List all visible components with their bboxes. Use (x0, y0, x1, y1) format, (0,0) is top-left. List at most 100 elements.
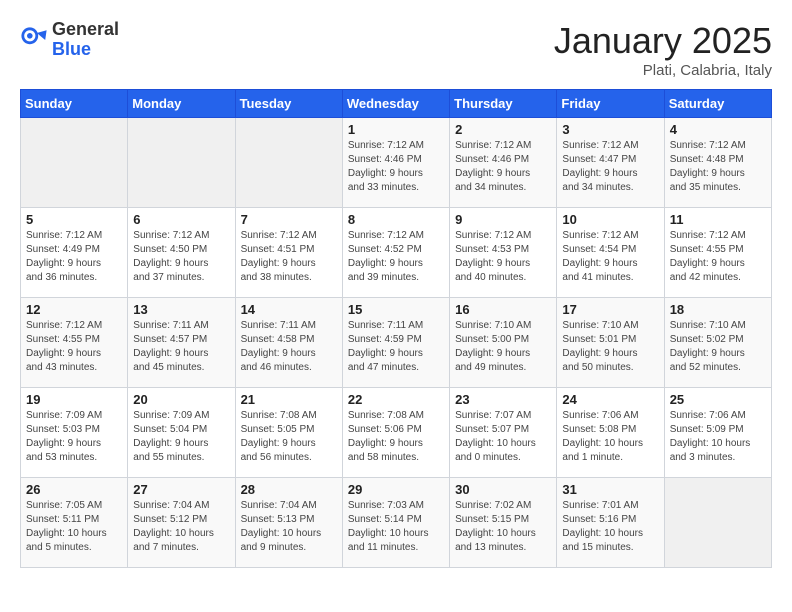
day-number: 28 (241, 482, 337, 497)
day-info: Sunrise: 7:03 AM Sunset: 5:14 PM Dayligh… (348, 499, 444, 555)
calendar-header: SundayMondayTuesdayWednesdayThursdayFrid… (21, 90, 772, 118)
calendar-cell: 18Sunrise: 7:10 AM Sunset: 5:02 PM Dayli… (664, 298, 771, 388)
day-number: 17 (562, 302, 658, 317)
calendar-cell: 16Sunrise: 7:10 AM Sunset: 5:00 PM Dayli… (450, 298, 557, 388)
day-info: Sunrise: 7:10 AM Sunset: 5:01 PM Dayligh… (562, 319, 658, 375)
day-info: Sunrise: 7:09 AM Sunset: 5:04 PM Dayligh… (133, 409, 229, 465)
day-number: 24 (562, 392, 658, 407)
calendar-cell: 1 Sunrise: 7:12 AM Sunset: 4:46 PM Daylig… (342, 118, 449, 208)
header-cell-tuesday: Tuesday (235, 90, 342, 118)
calendar-cell: 28 Sunrise: 7:04 AM Sunset: 5:13 PM Dayli… (235, 478, 342, 568)
calendar-cell: 2Sunrise: 7:12 AM Sunset: 4:46 PM Daylig… (450, 118, 557, 208)
logo-icon (20, 26, 48, 54)
calendar-cell: 11Sunrise: 7:12 AM Sunset: 4:55 PM Dayli… (664, 208, 771, 298)
day-number: 19 (26, 392, 122, 407)
calendar-cell: 4 Sunrise: 7:12 AM Sunset: 4:48 PM Daylig… (664, 118, 771, 208)
calendar-cell (235, 118, 342, 208)
day-info: Sunrise: 7:04 AM Sunset: 5:13 PM Dayligh… (241, 499, 337, 555)
logo-blue: Blue (52, 40, 119, 60)
header-cell-saturday: Saturday (664, 90, 771, 118)
day-info: Sunrise: 7:06 AM Sunset: 5:09 PM Dayligh… (670, 409, 766, 465)
logo-general: General (52, 20, 119, 40)
calendar-cell (128, 118, 235, 208)
day-number: 4 (670, 122, 766, 137)
calendar-cell: 29 Sunrise: 7:03 AM Sunset: 5:14 PM Dayli… (342, 478, 449, 568)
day-number: 12 (26, 302, 122, 317)
day-number: 9 (455, 212, 551, 227)
calendar-cell: 7Sunrise: 7:12 AM Sunset: 4:51 PM Daylig… (235, 208, 342, 298)
header-cell-friday: Friday (557, 90, 664, 118)
day-number: 22 (348, 392, 444, 407)
calendar-row: 19 Sunrise: 7:09 AM Sunset: 5:03 PM Dayli… (21, 388, 772, 478)
calendar-cell: 24 Sunrise: 7:06 AM Sunset: 5:08 PM Dayli… (557, 388, 664, 478)
header-cell-monday: Monday (128, 90, 235, 118)
calendar-cell: 12Sunrise: 7:12 AM Sunset: 4:55 PM Dayli… (21, 298, 128, 388)
calendar-cell: 9 Sunrise: 7:12 AM Sunset: 4:53 PM Daylig… (450, 208, 557, 298)
day-info: Sunrise: 7:08 AM Sunset: 5:05 PM Dayligh… (241, 409, 337, 465)
calendar-cell: 5 Sunrise: 7:12 AM Sunset: 4:49 PM Daylig… (21, 208, 128, 298)
day-number: 29 (348, 482, 444, 497)
calendar-cell (21, 118, 128, 208)
header-row: SundayMondayTuesdayWednesdayThursdayFrid… (21, 90, 772, 118)
day-number: 7 (241, 212, 337, 227)
header-cell-thursday: Thursday (450, 90, 557, 118)
day-info: Sunrise: 7:12 AM Sunset: 4:53 PM Dayligh… (455, 229, 551, 285)
day-number: 21 (241, 392, 337, 407)
day-info: Sunrise: 7:12 AM Sunset: 4:50 PM Dayligh… (133, 229, 229, 285)
day-info: Sunrise: 7:06 AM Sunset: 5:08 PM Dayligh… (562, 409, 658, 465)
day-number: 3 (562, 122, 658, 137)
calendar-cell: 3 Sunrise: 7:12 AM Sunset: 4:47 PM Daylig… (557, 118, 664, 208)
day-info: Sunrise: 7:02 AM Sunset: 5:15 PM Dayligh… (455, 499, 551, 555)
day-number: 20 (133, 392, 229, 407)
calendar-cell: 20 Sunrise: 7:09 AM Sunset: 5:04 PM Dayli… (128, 388, 235, 478)
calendar-cell: 10 Sunrise: 7:12 AM Sunset: 4:54 PM Dayli… (557, 208, 664, 298)
day-info: Sunrise: 7:12 AM Sunset: 4:46 PM Dayligh… (348, 139, 444, 195)
day-number: 1 (348, 122, 444, 137)
day-number: 31 (562, 482, 658, 497)
day-number: 13 (133, 302, 229, 317)
day-info: Sunrise: 7:12 AM Sunset: 4:54 PM Dayligh… (562, 229, 658, 285)
day-info: Sunrise: 7:05 AM Sunset: 5:11 PM Dayligh… (26, 499, 122, 555)
calendar-table: SundayMondayTuesdayWednesdayThursdayFrid… (20, 89, 772, 568)
calendar-cell: 13Sunrise: 7:11 AM Sunset: 4:57 PM Dayli… (128, 298, 235, 388)
day-info: Sunrise: 7:12 AM Sunset: 4:48 PM Dayligh… (670, 139, 766, 195)
day-number: 14 (241, 302, 337, 317)
calendar-row: 26Sunrise: 7:05 AM Sunset: 5:11 PM Dayli… (21, 478, 772, 568)
calendar-cell: 15 Sunrise: 7:11 AM Sunset: 4:59 PM Dayli… (342, 298, 449, 388)
day-number: 2 (455, 122, 551, 137)
day-number: 5 (26, 212, 122, 227)
header-cell-sunday: Sunday (21, 90, 128, 118)
calendar-cell: 30Sunrise: 7:02 AM Sunset: 5:15 PM Dayli… (450, 478, 557, 568)
calendar-cell: 8 Sunrise: 7:12 AM Sunset: 4:52 PM Daylig… (342, 208, 449, 298)
day-info: Sunrise: 7:01 AM Sunset: 5:16 PM Dayligh… (562, 499, 658, 555)
day-number: 15 (348, 302, 444, 317)
day-info: Sunrise: 7:11 AM Sunset: 4:58 PM Dayligh… (241, 319, 337, 375)
day-number: 10 (562, 212, 658, 227)
day-number: 8 (348, 212, 444, 227)
calendar-cell: 25Sunrise: 7:06 AM Sunset: 5:09 PM Dayli… (664, 388, 771, 478)
day-number: 16 (455, 302, 551, 317)
header-cell-wednesday: Wednesday (342, 90, 449, 118)
day-info: Sunrise: 7:09 AM Sunset: 5:03 PM Dayligh… (26, 409, 122, 465)
calendar-cell (664, 478, 771, 568)
day-info: Sunrise: 7:07 AM Sunset: 5:07 PM Dayligh… (455, 409, 551, 465)
calendar-cell: 27Sunrise: 7:04 AM Sunset: 5:12 PM Dayli… (128, 478, 235, 568)
day-info: Sunrise: 7:12 AM Sunset: 4:49 PM Dayligh… (26, 229, 122, 285)
calendar-cell: 6 Sunrise: 7:12 AM Sunset: 4:50 PM Daylig… (128, 208, 235, 298)
day-info: Sunrise: 7:12 AM Sunset: 4:52 PM Dayligh… (348, 229, 444, 285)
day-info: Sunrise: 7:11 AM Sunset: 4:59 PM Dayligh… (348, 319, 444, 375)
calendar-cell: 23Sunrise: 7:07 AM Sunset: 5:07 PM Dayli… (450, 388, 557, 478)
calendar-cell: 26Sunrise: 7:05 AM Sunset: 5:11 PM Dayli… (21, 478, 128, 568)
calendar-title: January 2025 (554, 20, 772, 62)
calendar-subtitle: Plati, Calabria, Italy (554, 62, 772, 79)
calendar-cell: 19 Sunrise: 7:09 AM Sunset: 5:03 PM Dayli… (21, 388, 128, 478)
day-info: Sunrise: 7:12 AM Sunset: 4:47 PM Dayligh… (562, 139, 658, 195)
calendar-row: 12Sunrise: 7:12 AM Sunset: 4:55 PM Dayli… (21, 298, 772, 388)
logo-text: General Blue (52, 20, 119, 60)
title-block: January 2025 Plati, Calabria, Italy (554, 20, 772, 79)
calendar-row: 1 Sunrise: 7:12 AM Sunset: 4:46 PM Daylig… (21, 118, 772, 208)
calendar-cell: 21 Sunrise: 7:08 AM Sunset: 5:05 PM Dayli… (235, 388, 342, 478)
day-number: 6 (133, 212, 229, 227)
logo: General Blue (20, 20, 119, 60)
calendar-cell: 31 Sunrise: 7:01 AM Sunset: 5:16 PM Dayli… (557, 478, 664, 568)
